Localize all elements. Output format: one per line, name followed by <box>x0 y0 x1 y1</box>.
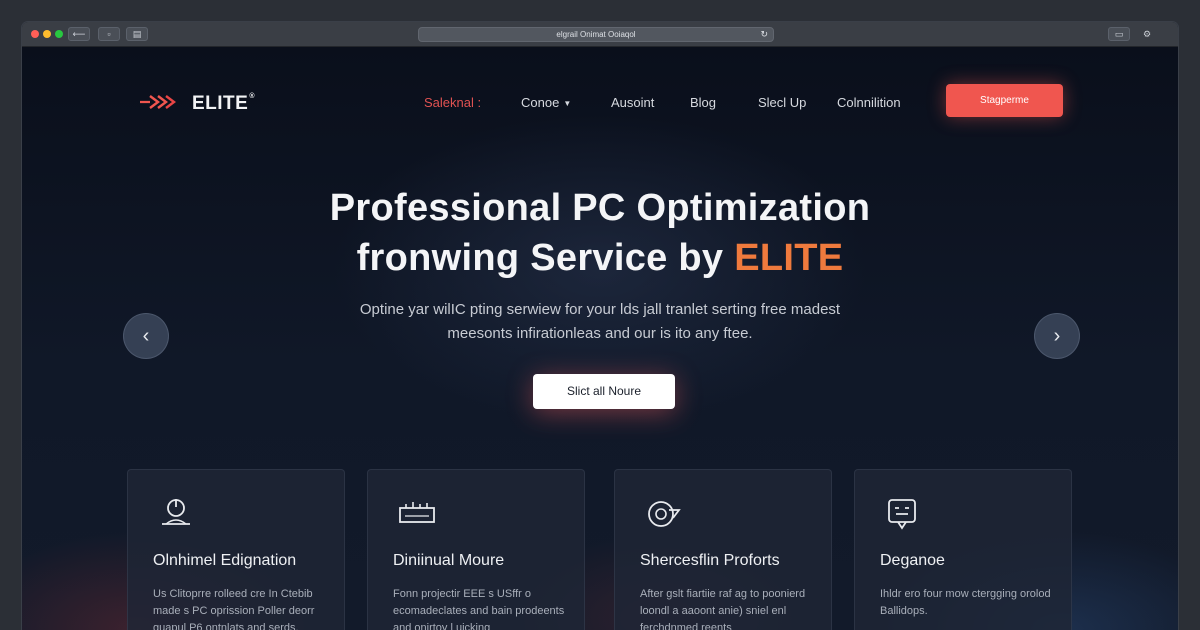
reload-icon[interactable]: ↻ <box>760 28 768 41</box>
feature-card[interactable]: Olnhimel Edignation Us Clitoprre rolleed… <box>127 469 345 630</box>
hero-title-line2: fronwing Service by ELITE <box>356 237 844 279</box>
feature-card[interactable]: Diniinual Moure Fonn projectir EEE s USf… <box>367 469 585 630</box>
logo-text: ELITE® <box>192 93 256 114</box>
hero-subtitle-line2: meesonts infirationleas and our is ito a… <box>447 325 753 342</box>
settings-icon[interactable]: ⚙ <box>1136 27 1158 41</box>
logo-arrows-icon <box>140 95 176 109</box>
carousel-prev-button[interactable]: ‹ <box>123 313 169 359</box>
nav-item-ausoint[interactable]: Ausoint <box>611 95 654 110</box>
web-page: ELITE® Saleknal : Conoe ▼ Ausoint Blog Sl… <box>22 47 1178 630</box>
close-window-button[interactable] <box>31 30 39 38</box>
carousel-next-button[interactable]: › <box>1034 313 1080 359</box>
hardware-icon <box>399 502 435 523</box>
feature-description: Fonn projectir EEE s USffr o ecomadeclat… <box>393 588 565 630</box>
browser-toolbar: ⟵ ▫ ▤ elgrail Onimat Ooiaqol ↻ ▭ ⚙ <box>22 22 1178 47</box>
nav-item-conoe[interactable]: Conoe ▼ <box>521 95 571 110</box>
feature-card[interactable]: Shercesflin Proforts After gslt fiartiie… <box>614 469 832 630</box>
chevron-left-icon: ‹ <box>142 325 150 347</box>
feature-card[interactable]: Deganoe Ihldr ero four mow ctergging oro… <box>854 469 1072 630</box>
browser-window: ⟵ ▫ ▤ elgrail Onimat Ooiaqol ↻ ▭ ⚙ ELITE… <box>22 22 1178 630</box>
speed-icon <box>648 501 681 527</box>
back-icon[interactable]: ⟵ <box>68 27 90 41</box>
chevron-down-icon: ▼ <box>563 99 572 108</box>
maximize-window-button[interactable] <box>55 30 63 38</box>
hero-subtitle-line1: Optine yar wilIC pting serwiew for your … <box>359 301 841 318</box>
feature-description: Us Clitoprre rolleed cre In Ctebib made … <box>153 588 315 630</box>
feature-title: Olnhimel Edignation <box>153 552 297 569</box>
tabs-icon[interactable]: ▤ <box>126 27 148 41</box>
feature-title: Deganoe <box>880 552 945 569</box>
nav-item-saleknal[interactable]: Saleknal : <box>424 95 481 110</box>
nav-item-blog[interactable]: Blog <box>690 95 716 110</box>
feature-title: Shercesflin Proforts <box>640 552 780 569</box>
feature-description: After gslt fiartiie raf ag to poonierd l… <box>640 588 806 630</box>
share-icon[interactable]: ▭ <box>1108 27 1130 41</box>
nav-item-colnnilition[interactable]: Colnnilition <box>837 95 901 110</box>
power-icon <box>162 499 190 525</box>
hero-title-accent: ELITE <box>734 237 844 279</box>
chevron-right-icon: › <box>1053 325 1061 347</box>
chat-icon <box>888 499 916 530</box>
url-text: elgrail Onimat Ooiaqol <box>556 30 636 39</box>
feature-description: Ihldr ero four mow ctergging orolod Ball… <box>880 588 1051 617</box>
minimize-window-button[interactable] <box>43 30 51 38</box>
hero-title-line1: Professional PC Optimization <box>329 187 871 229</box>
nav-item-slecl-up[interactable]: Slecl Up <box>758 95 806 110</box>
hero-cta-button[interactable]: Slict all Noure <box>533 374 675 409</box>
address-bar[interactable]: elgrail Onimat Ooiaqol ↻ <box>418 27 774 42</box>
feature-title: Diniinual Moure <box>393 552 505 569</box>
nav-cta-button[interactable]: Stagperme <box>946 84 1063 117</box>
sidebar-icon[interactable]: ▫ <box>98 27 120 41</box>
